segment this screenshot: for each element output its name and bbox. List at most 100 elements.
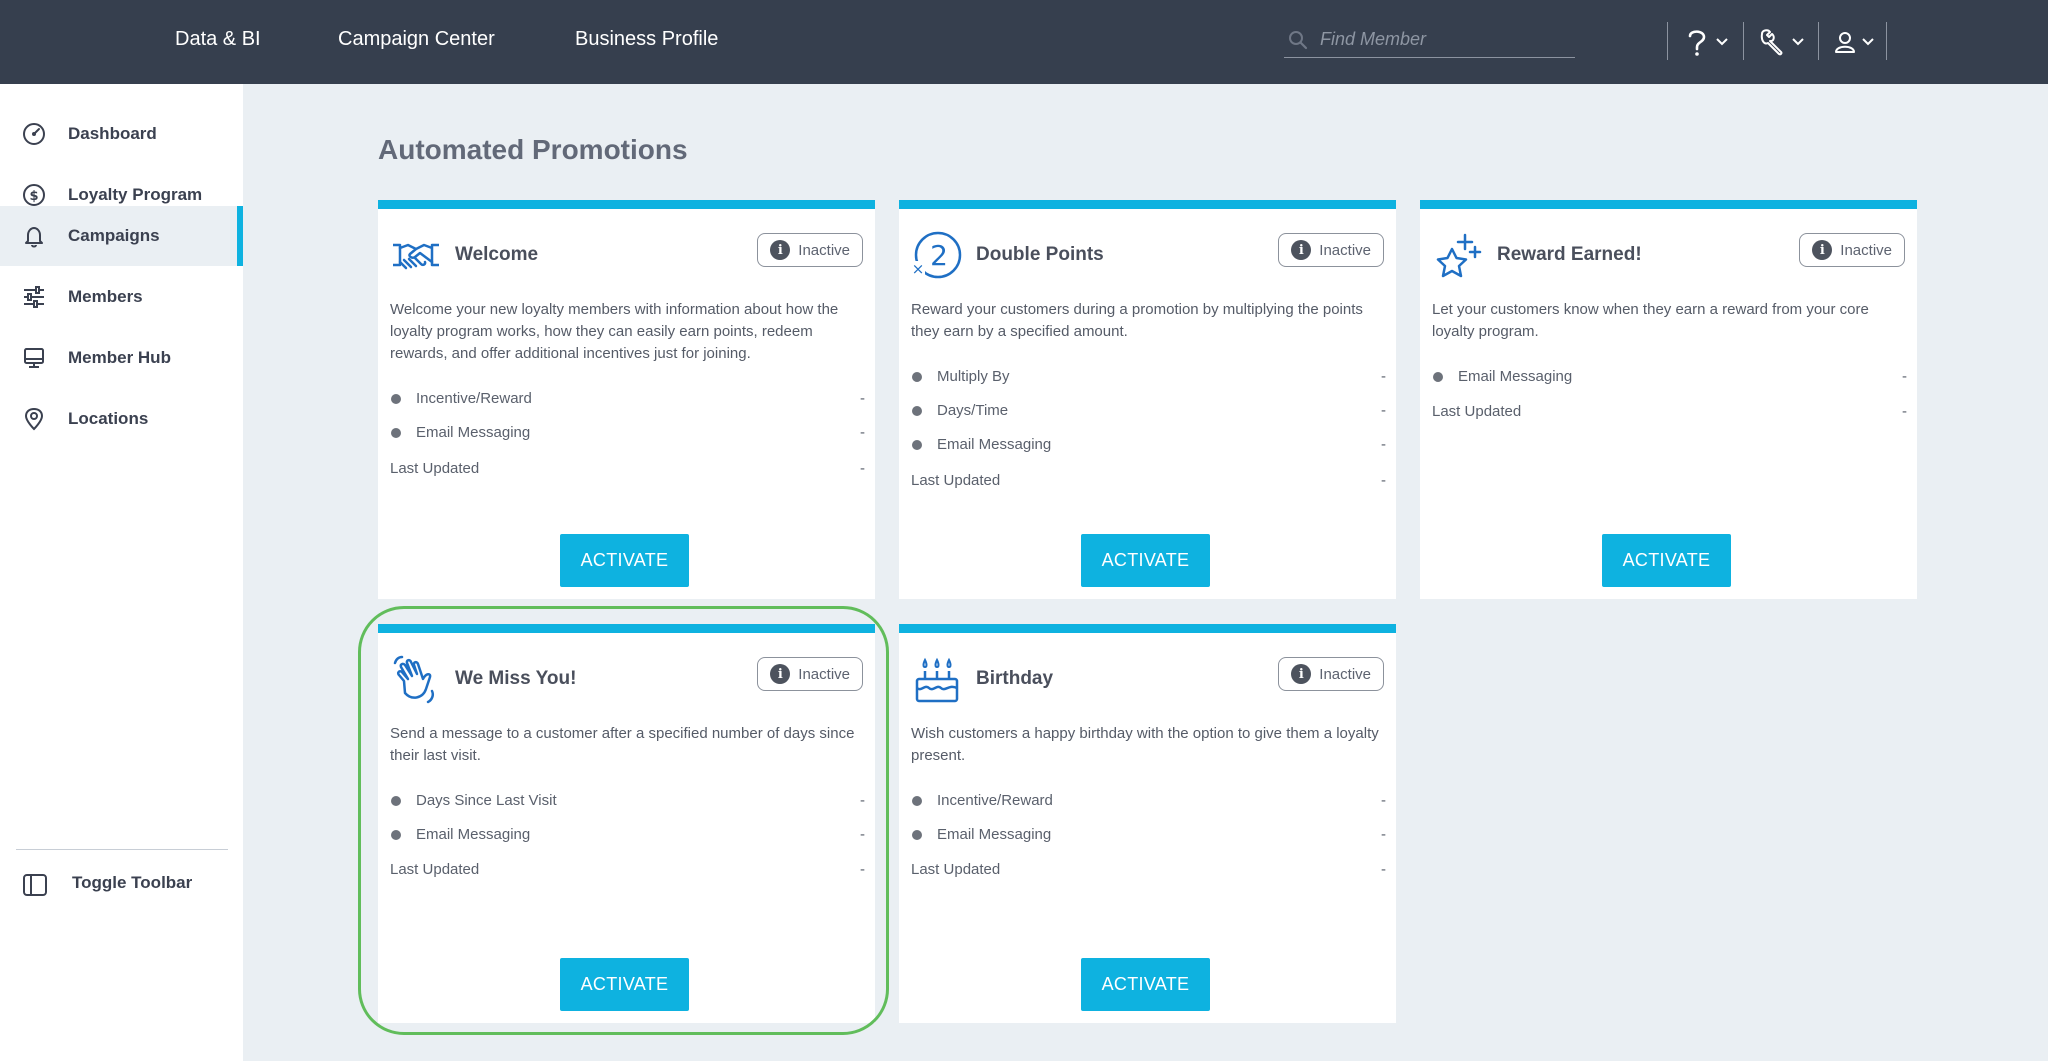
sidebar-item-label: Dashboard [68, 124, 157, 143]
svg-text:2: 2 [930, 239, 948, 272]
toggle-toolbar-button[interactable]: Toggle Toolbar [0, 856, 243, 912]
promotion-card-we-miss-you: We Miss You! i Inactive Send a message t… [378, 624, 875, 1023]
last-updated-value: - [1902, 403, 1907, 420]
card-description: Welcome your new loyalty members with in… [390, 301, 839, 362]
status-text: Inactive [1319, 241, 1371, 259]
activate-button[interactable]: ACTIVATE [1081, 958, 1210, 1011]
info-icon: i [1812, 240, 1833, 260]
tools-menu-button[interactable] [1758, 26, 1804, 58]
bullet [1433, 372, 1443, 382]
activate-button[interactable]: ACTIVATE [560, 958, 689, 1011]
feature-value: - [1902, 368, 1907, 385]
feature-row: Incentive/Reward - [390, 388, 865, 410]
card-title: Welcome [455, 244, 539, 265]
last-updated-row: Last Updated - [1432, 401, 1907, 423]
help-menu-button[interactable] [1684, 26, 1728, 58]
feature-row: Days Since Last Visit - [390, 790, 865, 812]
status-badge[interactable]: i Inactive [1278, 233, 1384, 267]
status-badge[interactable]: i Inactive [757, 233, 863, 267]
member-search [1284, 22, 1575, 58]
bullet [391, 830, 401, 840]
toggle-toolbar-label: Toggle Toolbar [72, 873, 193, 892]
feature-label: Incentive/Reward [416, 390, 532, 407]
top-navigation-bar: Data & BI Campaign Center Business Profi… [0, 0, 2048, 84]
feature-row: Email Messaging - [390, 422, 865, 444]
activate-button[interactable]: ACTIVATE [560, 534, 689, 587]
sidebar-item-member-hub[interactable]: Member Hub [0, 328, 243, 388]
feature-value: - [1381, 826, 1386, 843]
card-title: Reward Earned! [1497, 244, 1642, 265]
feature-label: Email Messaging [416, 826, 531, 843]
bullet [912, 440, 922, 450]
bullet [391, 428, 401, 438]
promotion-card-birthday: Birthday i Inactive Wish customers a hap… [899, 624, 1396, 1023]
info-icon: i [1291, 240, 1312, 260]
promotion-card-double-points: × 2 Double Points i Inactive Reward your… [899, 200, 1396, 599]
sliders-icon [24, 286, 44, 308]
bullet [912, 830, 922, 840]
user-menu-button[interactable] [1834, 26, 1874, 58]
star-sparkle-icon [1436, 233, 1482, 278]
sidebar-item-label: Campaigns [68, 226, 160, 245]
chevron-down-icon [1862, 38, 1874, 46]
nav-campaign-center[interactable]: Campaign Center [338, 28, 495, 51]
sidebar: Dashboard $ Loyalty Program Campaigns Me… [0, 84, 243, 1061]
sidebar-item-label: Members [68, 287, 143, 306]
sidebar-divider [16, 849, 228, 850]
sidebar-item-dashboard[interactable]: Dashboard [0, 104, 243, 164]
card-description: Send a message to a customer after a spe… [390, 725, 855, 764]
sidebar-item-label: Member Hub [68, 348, 171, 367]
header-divider [1743, 22, 1744, 60]
feature-label: Incentive/Reward [937, 792, 1053, 809]
feature-value: - [1381, 792, 1386, 809]
last-updated-label: Last Updated [911, 472, 1001, 489]
last-updated-value: - [1381, 472, 1386, 489]
card-description: Wish customers a happy birthday with the… [911, 725, 1379, 764]
svg-text:×: × [912, 260, 925, 278]
feature-label: Days/Time [937, 402, 1009, 419]
handshake-icon [393, 243, 439, 270]
dollar-coin-icon: $ [23, 184, 45, 206]
feature-row: Email Messaging - [390, 824, 865, 846]
birthday-cake-icon [915, 657, 959, 703]
feature-row: Email Messaging - [911, 434, 1386, 456]
feature-value: - [860, 792, 865, 809]
card-title: Double Points [976, 244, 1104, 265]
nav-business-profile[interactable]: Business Profile [575, 28, 718, 51]
nav-data-bi[interactable]: Data & BI [175, 28, 261, 51]
bullet [391, 796, 401, 806]
info-icon: i [770, 240, 791, 260]
map-pin-icon [24, 407, 44, 431]
bullet [912, 372, 922, 382]
info-icon: i [770, 664, 791, 684]
feature-row: Email Messaging - [911, 824, 1386, 846]
header-divider [1886, 22, 1887, 60]
last-updated-row: Last Updated - [911, 859, 1386, 881]
status-badge[interactable]: i Inactive [1799, 233, 1905, 267]
info-icon: i [1291, 664, 1312, 684]
status-badge[interactable]: i Inactive [757, 657, 863, 691]
find-member-input[interactable] [1320, 22, 1570, 56]
sidebar-item-members[interactable]: Members [0, 267, 243, 327]
sidebar-item-campaigns[interactable]: Campaigns [0, 206, 243, 266]
page-title: Automated Promotions [378, 134, 688, 165]
feature-value: - [860, 390, 865, 407]
header-divider [1818, 22, 1819, 60]
help-question-icon [1688, 30, 1706, 56]
last-updated-value: - [860, 460, 865, 477]
card-description: Let your customers know when they earn a… [1432, 301, 1869, 340]
last-updated-value: - [860, 861, 865, 878]
chevron-down-icon [1792, 38, 1804, 46]
bullet [912, 406, 922, 416]
sidebar-item-locations[interactable]: Locations [0, 389, 243, 449]
status-badge[interactable]: i Inactive [1278, 657, 1384, 691]
activate-button[interactable]: ACTIVATE [1081, 534, 1210, 587]
activate-button[interactable]: ACTIVATE [1602, 534, 1731, 587]
header-divider [1667, 22, 1668, 60]
status-text: Inactive [798, 665, 850, 683]
sidebar-item-label: Locations [68, 409, 149, 428]
dashboard-gauge-icon [23, 123, 45, 145]
svg-text:$: $ [29, 189, 38, 204]
last-updated-row: Last Updated - [390, 859, 865, 881]
sidebar-toggle-icon [23, 874, 47, 896]
